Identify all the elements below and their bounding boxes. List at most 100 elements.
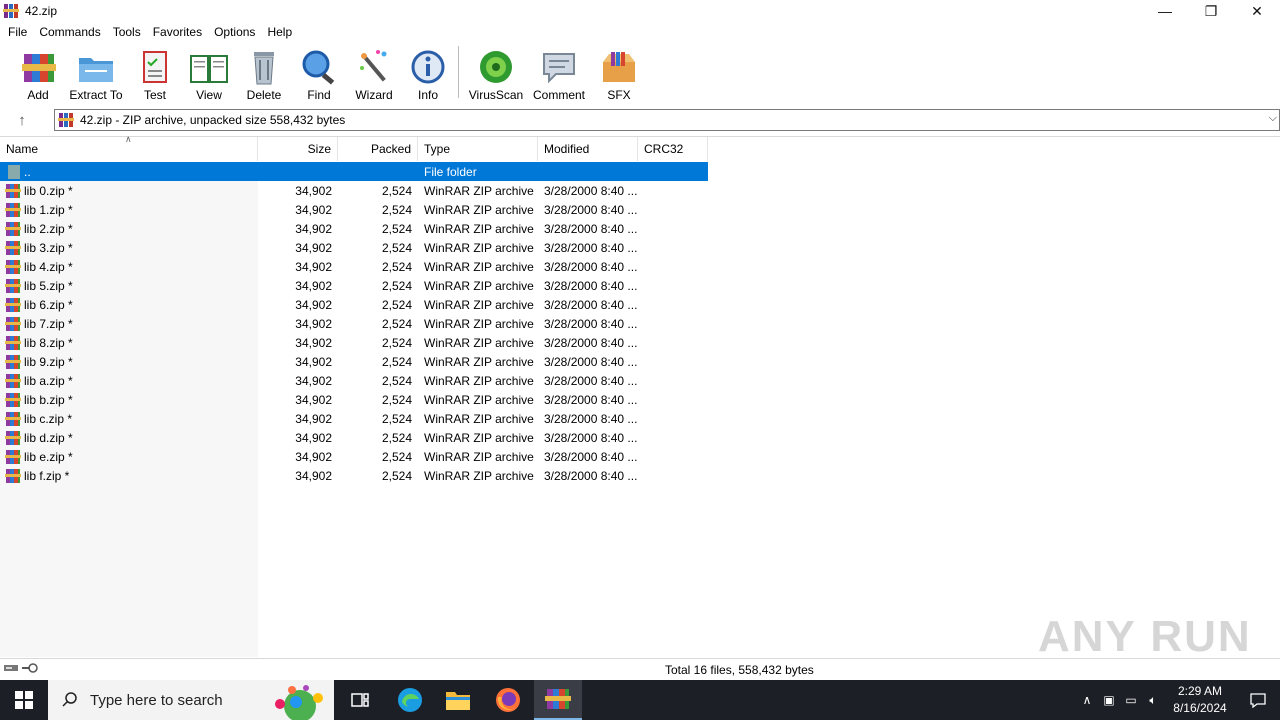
menu-favorites[interactable]: Favorites <box>147 22 208 42</box>
virusscan-icon <box>480 51 512 83</box>
table-row[interactable]: lib e.zip * 34,902 2,524 WinRAR ZIP archive… <box>0 447 708 466</box>
zip-archive-icon <box>5 335 21 350</box>
test-button[interactable]: Test <box>126 44 184 102</box>
table-row[interactable]: lib 0.zip * 34,902 2,524 WinRAR ZIP archive… <box>0 181 708 200</box>
file-size: 34,902 <box>295 354 332 369</box>
info-button[interactable]: Info <box>404 44 452 102</box>
table-row[interactable]: lib 5.zip * 34,902 2,524 WinRAR ZIP archive… <box>0 276 708 295</box>
sfx-button[interactable]: SFX <box>591 44 647 102</box>
restore-button[interactable]: ❐ <box>1188 0 1234 22</box>
file-packed: 2,524 <box>381 411 412 426</box>
system-tray: ∧ ▣ ▭ 🔈︎ 2:29 AM 8/16/2024 <box>1076 680 1280 720</box>
up-arrow-icon: ↑ <box>18 111 26 129</box>
file-size: 34,902 <box>295 202 332 217</box>
table-row[interactable]: lib 9.zip * 34,902 2,524 WinRAR ZIP archive… <box>0 352 708 371</box>
menu-help[interactable]: Help <box>261 22 298 42</box>
file-packed: 2,524 <box>381 354 412 369</box>
table-row[interactable]: lib a.zip * 34,902 2,524 WinRAR ZIP archive… <box>0 371 708 390</box>
table-row[interactable]: lib 8.zip * 34,902 2,524 WinRAR ZIP archive… <box>0 333 708 352</box>
zip-archive-icon <box>5 221 21 236</box>
tray-app-icon[interactable]: ▣ <box>1098 680 1120 720</box>
column-header-crc32[interactable]: CRC32 <box>638 137 708 161</box>
table-row[interactable]: lib 3.zip * 34,902 2,524 WinRAR ZIP archive… <box>0 238 708 257</box>
taskbar-firefox[interactable] <box>484 680 532 720</box>
file-modified: 3/28/2000 8:40 ... <box>544 354 638 369</box>
notification-icon <box>1250 693 1266 708</box>
extract-to-button[interactable]: Extract To <box>66 44 126 102</box>
column-header-packed[interactable]: Packed <box>338 137 418 161</box>
zip-archive-icon <box>5 278 21 293</box>
zip-archive-icon <box>5 430 21 445</box>
table-row[interactable]: lib 7.zip * 34,902 2,524 WinRAR ZIP archive… <box>0 314 708 333</box>
wizard-button[interactable]: Wizard <box>344 44 404 102</box>
zip-archive-icon <box>5 354 21 369</box>
file-name: lib 9.zip * <box>24 354 73 369</box>
table-row[interactable]: lib 2.zip * 34,902 2,524 WinRAR ZIP archive… <box>0 219 708 238</box>
add-button[interactable]: Add <box>10 44 66 102</box>
test-icon <box>143 51 167 83</box>
key-icon <box>22 663 38 673</box>
clock[interactable]: 2:29 AM 8/16/2024 <box>1164 683 1236 717</box>
table-row[interactable]: lib 6.zip * 34,902 2,524 WinRAR ZIP archive… <box>0 295 708 314</box>
clock-time: 2:29 AM <box>1177 684 1223 698</box>
volume-button[interactable]: 🔈︎ <box>1142 680 1164 720</box>
task-view-button[interactable] <box>336 680 384 720</box>
up-one-level-button[interactable]: ↑ <box>0 107 44 133</box>
delete-label: Delete <box>246 88 282 102</box>
file-name: lib 7.zip * <box>24 316 73 331</box>
file-packed: 2,524 <box>381 392 412 407</box>
menu-bar: File Commands Tools Favorites Options He… <box>0 22 1280 42</box>
comment-button[interactable]: Comment <box>527 44 591 102</box>
menu-commands[interactable]: Commands <box>33 22 106 42</box>
file-name: lib 1.zip * <box>24 202 73 217</box>
table-row[interactable]: lib 4.zip * 34,902 2,524 WinRAR ZIP archive… <box>0 257 708 276</box>
show-hidden-icons-button[interactable]: ∧ <box>1076 680 1098 720</box>
task-view-icon <box>351 693 369 707</box>
menu-tools[interactable]: Tools <box>107 22 147 42</box>
table-row[interactable]: lib 1.zip * 34,902 2,524 WinRAR ZIP archive… <box>0 200 708 219</box>
taskbar-winrar[interactable] <box>534 680 582 720</box>
minimize-button[interactable]: — <box>1142 0 1188 22</box>
file-type: WinRAR ZIP archive <box>424 354 534 369</box>
table-row[interactable]: lib f.zip * 34,902 2,524 WinRAR ZIP archive… <box>0 466 708 485</box>
file-name: lib d.zip * <box>24 430 73 445</box>
chevron-down-icon[interactable]: ⌵ <box>1269 112 1277 125</box>
start-button[interactable] <box>0 680 48 720</box>
virusscan-button[interactable]: VirusScan <box>465 44 527 102</box>
search-placeholder: Type here to search <box>90 691 223 709</box>
delete-button[interactable]: Delete <box>234 44 294 102</box>
close-button[interactable]: ✕ <box>1234 0 1280 22</box>
column-header-modified[interactable]: Modified <box>538 137 638 161</box>
add-label: Add <box>27 88 49 102</box>
column-header-type[interactable]: Type <box>418 137 538 161</box>
address-bar[interactable]: 42.zip - ZIP archive, unpacked size 558,… <box>54 109 1280 131</box>
taskbar-edge[interactable] <box>386 680 434 720</box>
sfx-label: SFX <box>607 88 631 102</box>
file-name: lib 0.zip * <box>24 183 73 198</box>
file-modified: 3/28/2000 8:40 ... <box>544 373 638 388</box>
view-button[interactable]: View <box>184 44 234 102</box>
taskbar-file-explorer[interactable] <box>434 680 482 720</box>
file-size: 34,902 <box>295 278 332 293</box>
file-size: 34,902 <box>295 183 332 198</box>
file-type: WinRAR ZIP archive <box>424 297 534 312</box>
parent-folder-row[interactable]: .. File folder <box>0 162 708 181</box>
file-list: Name Size Packed Type Modified CRC32 ∧ .… <box>0 134 1280 657</box>
edge-icon <box>398 688 422 712</box>
table-row[interactable]: lib d.zip * 34,902 2,524 WinRAR ZIP archive… <box>0 428 708 447</box>
view-label: View <box>196 88 222 102</box>
taskbar-search-box[interactable]: Type here to search <box>48 680 334 720</box>
column-header-size[interactable]: Size <box>258 137 338 161</box>
file-size: 34,902 <box>295 240 332 255</box>
menu-file[interactable]: File <box>2 22 33 42</box>
network-button[interactable]: ▭ <box>1120 680 1142 720</box>
menu-options[interactable]: Options <box>208 22 261 42</box>
table-row[interactable]: lib b.zip * 34,902 2,524 WinRAR ZIP archive… <box>0 390 708 409</box>
file-name: lib e.zip * <box>24 449 73 464</box>
notifications-button[interactable] <box>1236 680 1280 720</box>
file-packed: 2,524 <box>381 202 412 217</box>
parent-folder-name: .. <box>24 164 31 179</box>
file-type: WinRAR ZIP archive <box>424 259 534 274</box>
find-button[interactable]: Find <box>294 44 344 102</box>
table-row[interactable]: lib c.zip * 34,902 2,524 WinRAR ZIP archive… <box>0 409 708 428</box>
